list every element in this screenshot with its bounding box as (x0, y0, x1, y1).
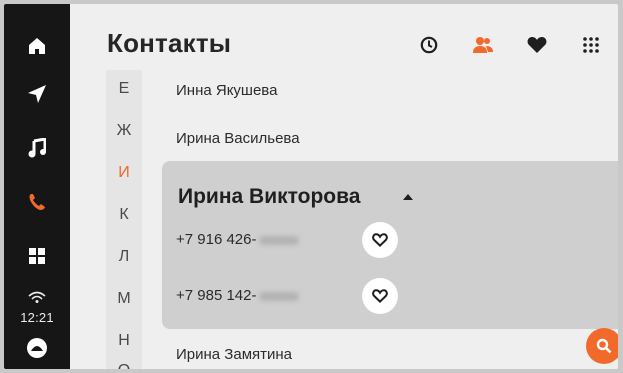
home-icon (29, 38, 45, 54)
masked-digits (258, 291, 299, 301)
contact-list-item[interactable]: Ирина Замятина (176, 346, 292, 363)
contact-list-item[interactable]: Инна Якушева (176, 82, 277, 99)
navigation-icon (28, 85, 46, 103)
phone-number: +7 916 426- (176, 231, 257, 248)
keypad-icon (583, 37, 599, 53)
keypad-button[interactable] (576, 30, 606, 60)
phone-number-row[interactable]: +7 985 142- (176, 287, 299, 304)
phone-icon (29, 194, 45, 210)
collapse-caret-icon[interactable] (402, 193, 414, 201)
status-time: 12:21 (20, 310, 54, 325)
phone-number-row[interactable]: +7 916 426- (176, 231, 299, 248)
phone-number: +7 985 142- (176, 287, 257, 304)
contacts-icon (473, 37, 493, 53)
favorites-heart-icon (527, 37, 547, 53)
assistant-button[interactable] (4, 326, 70, 369)
expanded-contact-name[interactable]: Ирина Викторова (178, 185, 360, 209)
page-title: Контакты (107, 28, 232, 58)
contacts-tab-button[interactable] (468, 30, 498, 60)
alphabet-letter[interactable]: Л (106, 248, 142, 266)
alphabet-letter[interactable]: К (106, 206, 142, 224)
home-button[interactable] (4, 24, 70, 68)
recent-clock-icon (420, 36, 438, 54)
assistant-icon (27, 338, 47, 358)
wifi-icon (28, 291, 46, 303)
apps-grid-icon (29, 248, 45, 264)
alphabet-letter[interactable]: Н (106, 332, 142, 350)
app-frame: 12:21 Контакты Е Ж И К Л М Н Инна Якушев… (4, 4, 618, 369)
heart-outline-icon (372, 233, 388, 247)
alphabet-index: Е Ж И К Л М Н О (106, 70, 142, 369)
recent-calls-button[interactable] (414, 30, 444, 60)
alphabet-letter[interactable]: Ж (106, 122, 142, 140)
music-icon (28, 138, 46, 158)
side-rail: 12:21 (4, 4, 70, 369)
favorite-toggle-button[interactable] (362, 222, 398, 258)
phone-button[interactable] (4, 180, 70, 224)
expanded-contact-card: Ирина Викторова +7 916 426- +7 985 142- (162, 161, 618, 329)
apps-button[interactable] (4, 234, 70, 278)
favorite-toggle-button[interactable] (362, 278, 398, 314)
alphabet-letter[interactable]: Е (106, 80, 142, 98)
search-button[interactable] (586, 328, 618, 364)
navigation-button[interactable] (4, 72, 70, 116)
contact-list-item[interactable]: Ирина Васильева (176, 130, 300, 147)
heart-outline-icon (372, 289, 388, 303)
alphabet-letter[interactable]: О (106, 362, 142, 369)
favorites-button[interactable] (522, 30, 552, 60)
alphabet-letter[interactable]: М (106, 290, 142, 308)
music-button[interactable] (4, 126, 70, 170)
contacts-screen: Контакты Е Ж И К Л М Н Инна Якушева Ирин… (70, 4, 618, 369)
search-icon (596, 338, 612, 354)
alphabet-letter-active[interactable]: И (106, 164, 142, 182)
masked-digits (258, 235, 299, 245)
